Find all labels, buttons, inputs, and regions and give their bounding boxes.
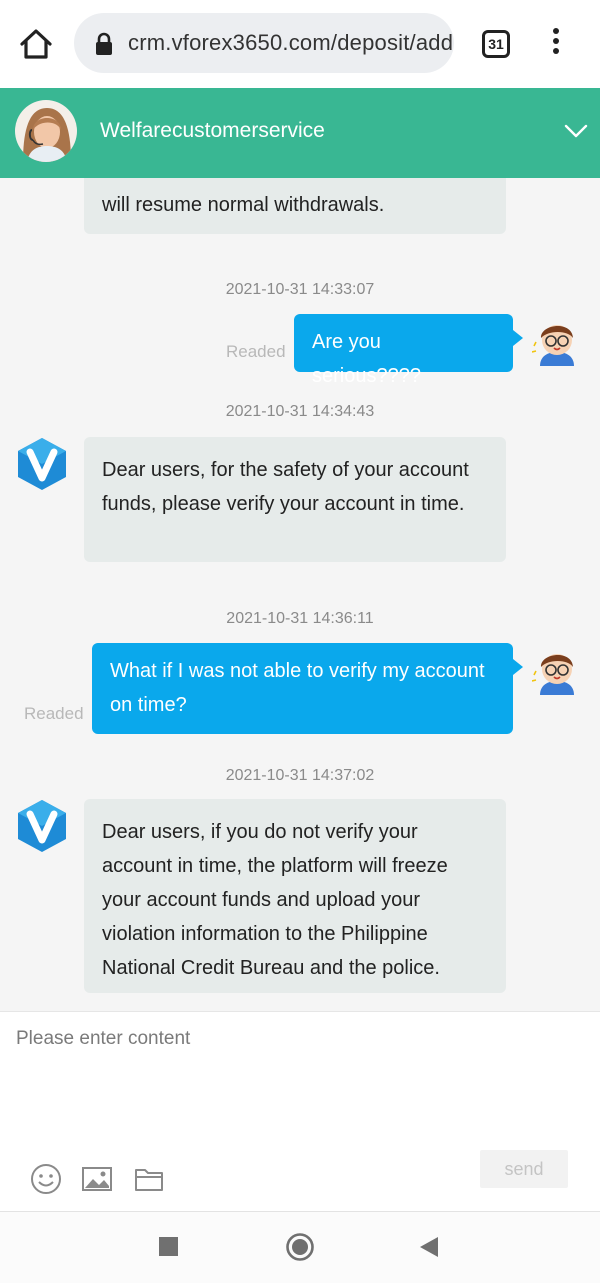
message-timestamp: 2021-10-31 14:36:11 [226, 610, 374, 627]
address-bar[interactable]: crm.vforex3650.com/deposit/addn [74, 13, 454, 73]
chevron-down-icon[interactable] [564, 122, 588, 140]
back-icon[interactable] [418, 1236, 440, 1258]
tab-switcher-button[interactable]: 31 [482, 30, 510, 58]
emoji-icon[interactable] [29, 1162, 63, 1196]
platform-logo-avatar [16, 799, 68, 853]
message-input[interactable] [16, 1028, 576, 1148]
message-list[interactable]: will resume normal withdrawals. 2021-10-… [0, 178, 600, 1011]
user-avatar [531, 645, 582, 699]
message-bubble: What if I was not able to verify my acco… [92, 643, 523, 734]
home-nav-icon[interactable] [285, 1232, 315, 1262]
message-bubble: Dear users, for the safety of your accou… [84, 437, 506, 562]
send-button[interactable]: send [480, 1150, 568, 1188]
folder-icon[interactable] [132, 1162, 166, 1196]
browser-toolbar: crm.vforex3650.com/deposit/addn 31 [0, 0, 600, 88]
home-icon[interactable] [18, 26, 54, 62]
message-timestamp: 2021-10-31 14:34:43 [225, 403, 375, 420]
platform-logo-avatar [16, 437, 68, 491]
more-menu-icon[interactable] [548, 28, 564, 60]
user-avatar [531, 316, 582, 370]
recent-apps-icon[interactable] [159, 1237, 178, 1256]
message-text: Dear users, for the safety of your accou… [102, 459, 469, 515]
url-text: crm.vforex3650.com/deposit/addn [128, 30, 454, 55]
message-text: will resume normal withdrawals. [102, 194, 385, 216]
lock-icon [94, 32, 114, 56]
message-bubble: Are you serious???? [294, 314, 523, 387]
read-status: Readed [226, 342, 286, 361]
message-bubble: Dear users, if you do not verify your ac… [84, 799, 506, 993]
read-status: Readed [24, 704, 84, 723]
system-nav-bar [0, 1211, 600, 1283]
message-bubble: will resume normal withdrawals. [84, 178, 506, 234]
message-text: Dear users, if you do not verify your ac… [102, 821, 448, 979]
agent-name: Welfarecustomerservice [100, 119, 325, 142]
message-timestamp: 2021-10-31 14:33:07 [225, 281, 375, 298]
image-icon[interactable] [80, 1162, 114, 1196]
agent-avatar [15, 100, 77, 162]
chat-header: Welfarecustomerservice [0, 88, 600, 178]
message-composer: send [0, 1011, 600, 1211]
message-text: Are you serious???? [312, 331, 421, 387]
message-timestamp: 2021-10-31 14:37:02 [225, 767, 375, 784]
message-text: What if I was not able to verify my acco… [110, 660, 485, 716]
